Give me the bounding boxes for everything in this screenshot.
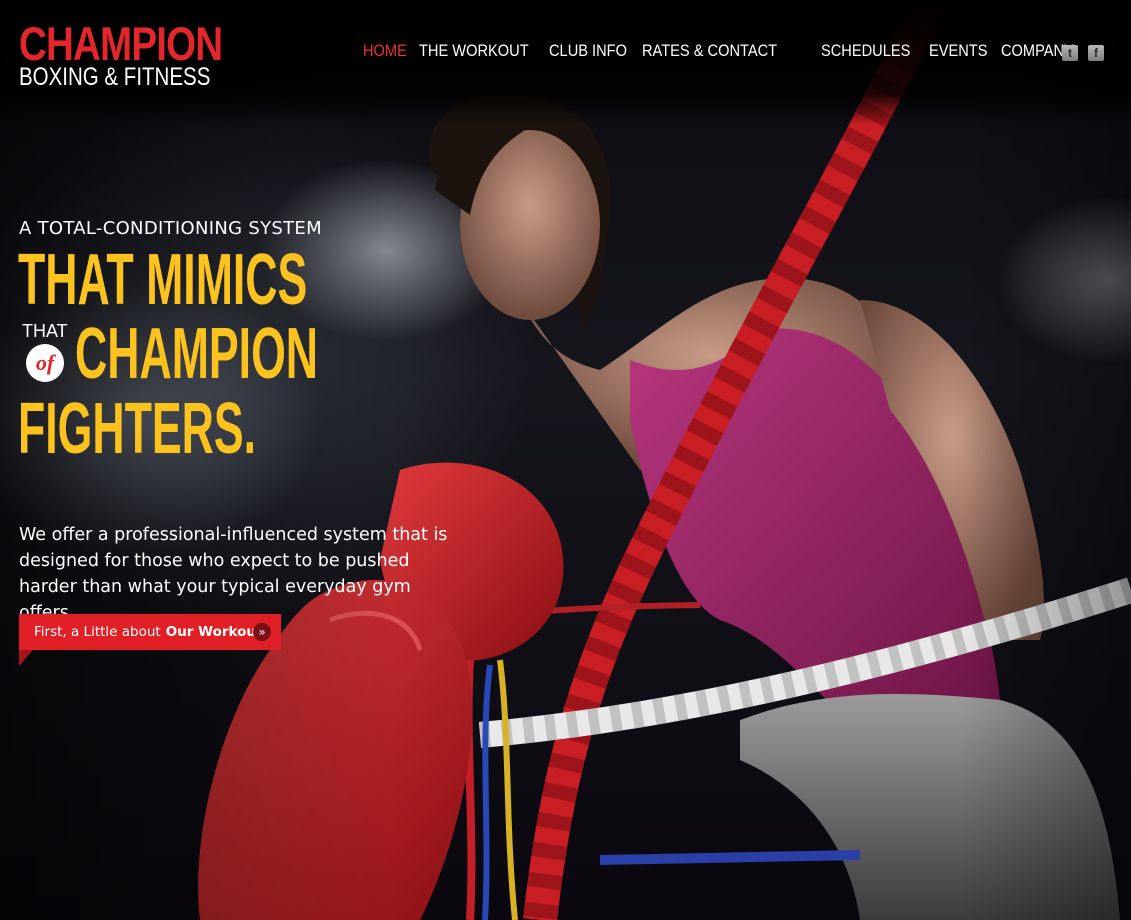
- double-chevron-right-icon: »: [253, 623, 271, 641]
- hero-that-small: THAT: [22, 321, 68, 341]
- hero-description: We offer a professional-influenced syste…: [19, 525, 448, 623]
- nav-schedules[interactable]: SCHEDULES: [821, 41, 910, 61]
- facebook-glyph: f: [1094, 46, 1098, 60]
- secondary-nav: SCHEDULES EVENTS COMPANY: [821, 41, 1086, 61]
- nav-home[interactable]: HOME: [363, 41, 407, 61]
- hero-headline-line2: CHAMPION: [75, 314, 319, 394]
- nav-the-workout[interactable]: THE WORKOUT: [419, 41, 529, 61]
- logo-subtitle: BOXING & FITNESS: [19, 63, 211, 91]
- primary-nav: HOME THE WORKOUT CLUB INFO RATES & CONTA…: [363, 41, 799, 61]
- logo-title: CHAMPION: [19, 17, 223, 70]
- of-badge: of: [26, 344, 64, 382]
- of-word: of: [35, 350, 55, 375]
- our-workout-button[interactable]: First, a Little about Our Workout »: [19, 614, 281, 650]
- nav-rates-contact[interactable]: RATES & CONTACT: [642, 41, 777, 61]
- hero-headline-line1: THAT MIMICS: [18, 240, 308, 320]
- hero-kicker: A TOTAL-CONDITIONING SYSTEM: [19, 218, 322, 239]
- logo[interactable]: CHAMPION BOXING & FITNESS: [19, 17, 269, 91]
- cta-bold: Our Workout: [165, 624, 263, 640]
- twitter-icon[interactable]: t: [1062, 45, 1078, 61]
- twitter-glyph: t: [1068, 46, 1072, 60]
- cta-ribbon-fold: [19, 650, 33, 666]
- facebook-icon[interactable]: f: [1088, 45, 1104, 61]
- hero-headline-line3: FIGHTERS.: [18, 389, 257, 469]
- nav-events[interactable]: EVENTS: [929, 41, 988, 61]
- nav-club-info[interactable]: CLUB INFO: [549, 41, 627, 61]
- cta-arrow-glyph: »: [258, 625, 266, 639]
- cta-prefix: First, a Little about: [34, 624, 161, 640]
